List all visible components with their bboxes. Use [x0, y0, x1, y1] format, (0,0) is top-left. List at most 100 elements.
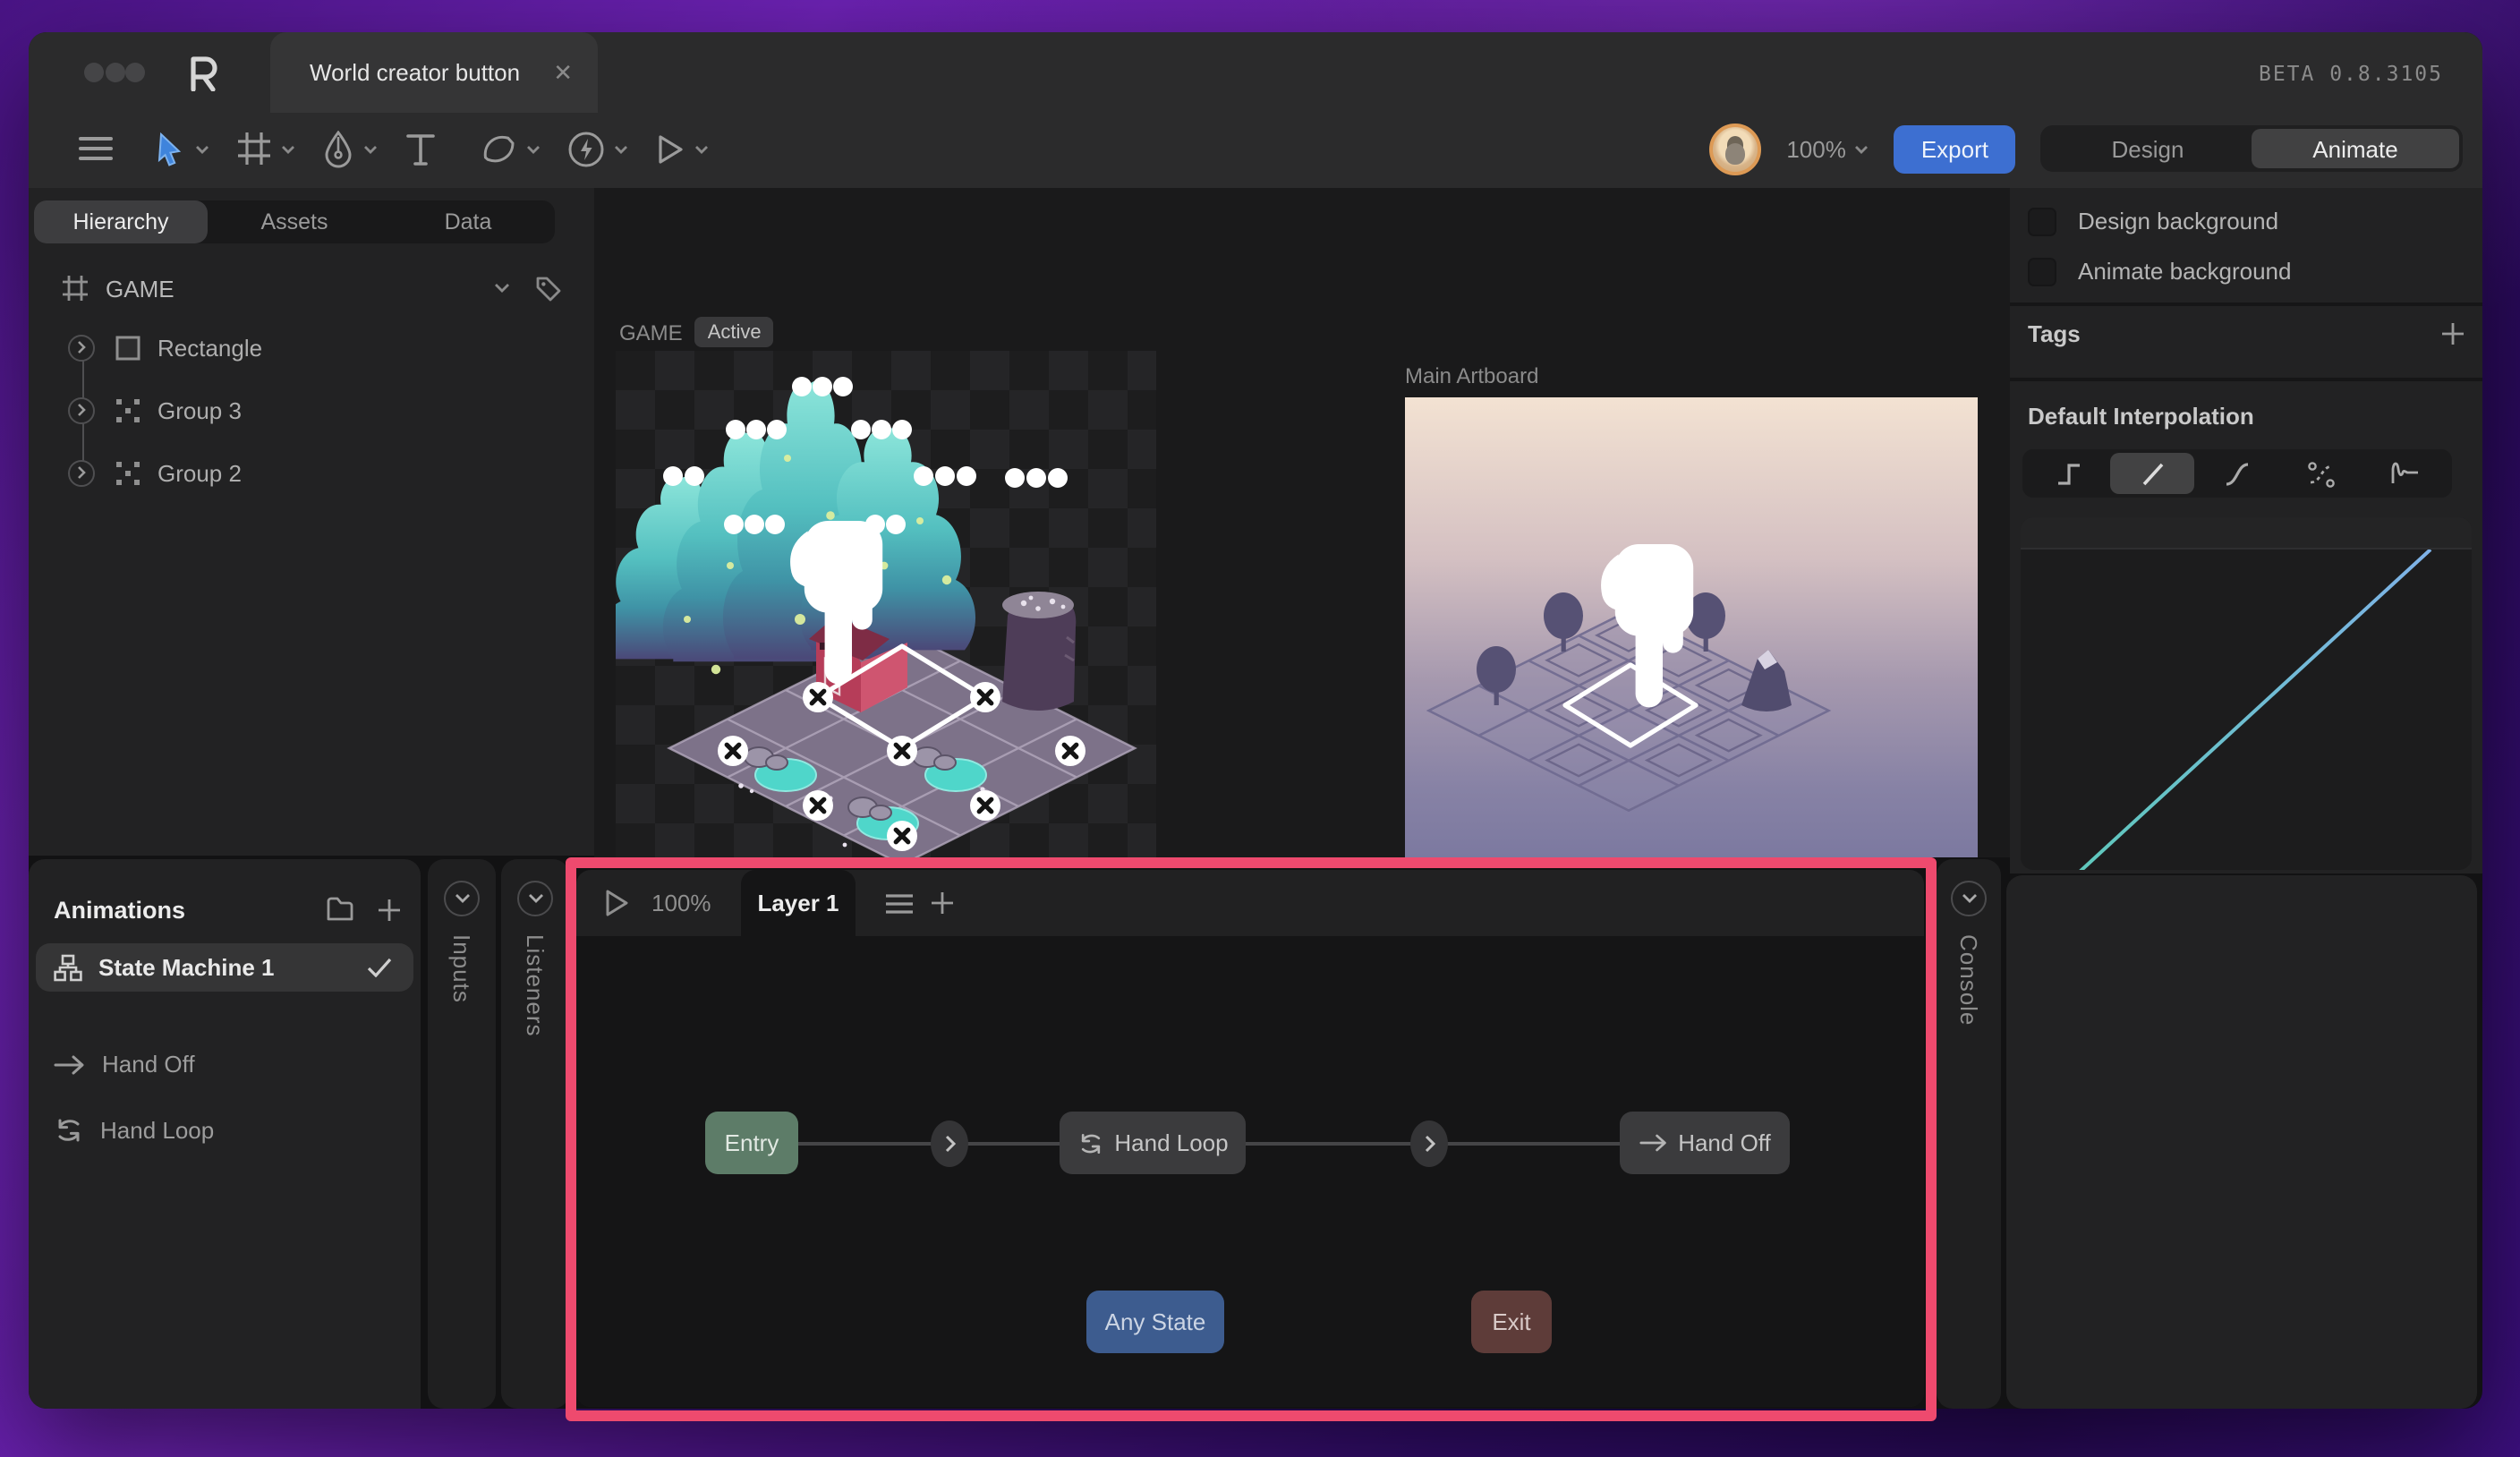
tab-hierarchy[interactable]: Hierarchy [34, 200, 208, 243]
add-animation-icon[interactable] [378, 898, 401, 921]
animation-item-hand-loop[interactable]: Hand Loop [36, 1106, 413, 1155]
canvas-zoom-value: 100% [1786, 135, 1846, 162]
expand-icon[interactable] [68, 459, 95, 486]
events-tool[interactable] [560, 123, 635, 175]
play-tool[interactable] [648, 124, 716, 173]
hand-loop-node[interactable]: Hand Loop [1060, 1112, 1246, 1174]
rectangle-shape-icon [115, 334, 141, 361]
graph-zoom-value[interactable]: 100% [651, 890, 711, 916]
main-artboard-caption: Main Artboard [1405, 363, 1538, 388]
artboard-name: GAME [106, 275, 175, 302]
interp-elastic-button[interactable] [2364, 453, 2448, 494]
tag-icon[interactable] [535, 275, 562, 302]
one-shot-icon [1639, 1133, 1667, 1153]
traffic-light-close[interactable] [84, 63, 104, 82]
interp-hold-button[interactable] [2026, 453, 2110, 494]
node-label: Hand Off [1678, 1129, 1771, 1156]
animations-header: Animations [54, 893, 401, 925]
chevron-down-icon [1855, 144, 1869, 153]
divider [2010, 302, 2482, 306]
close-tab-icon[interactable]: ✕ [553, 58, 573, 87]
folder-icon[interactable] [326, 897, 354, 922]
add-tag-icon[interactable] [2441, 321, 2465, 345]
expand-panel-icon[interactable] [444, 881, 480, 916]
game-artboard[interactable] [616, 351, 1156, 857]
game-scene [616, 351, 1156, 857]
tab-data[interactable]: Data [381, 200, 555, 243]
chevron-down-icon[interactable] [494, 283, 510, 294]
chevron-down-icon[interactable] [694, 144, 709, 153]
chevron-down-icon[interactable] [281, 144, 295, 153]
expand-icon[interactable] [68, 396, 95, 423]
state-machine-graph[interactable]: Entry Hand Loop Hand Off Any State Exit [576, 936, 1924, 1407]
hierarchy-panel: Hierarchy Assets Data GAME Rectangle Gro… [29, 188, 594, 856]
export-button[interactable]: Export [1894, 124, 2015, 173]
hand-off-node[interactable]: Hand Off [1620, 1112, 1790, 1174]
design-background-row: Design background [2028, 208, 2457, 234]
traffic-light-minimize[interactable] [105, 63, 124, 82]
group-icon [116, 398, 140, 422]
design-mode-button[interactable]: Design [2044, 129, 2252, 168]
interp-cubic-button[interactable] [2279, 453, 2363, 494]
tree-row-group2[interactable]: Group 2 [68, 456, 569, 489]
select-tool[interactable] [147, 124, 217, 174]
artboard-row[interactable]: GAME [61, 268, 562, 308]
animate-mode-button[interactable]: Animate [2252, 129, 2459, 168]
listeners-panel-label: Listeners [522, 934, 549, 1037]
check-icon [367, 958, 392, 977]
expand-panel-icon[interactable] [1951, 881, 1987, 916]
add-layer-icon[interactable] [931, 891, 954, 915]
menu-button[interactable] [72, 127, 120, 170]
chevron-down-icon[interactable] [195, 144, 209, 153]
traffic-light-zoom[interactable] [125, 63, 145, 82]
exit-node[interactable]: Exit [1471, 1291, 1552, 1353]
main-artboard-label: Main Artboard [1405, 363, 1538, 388]
artboard-tool[interactable] [229, 124, 302, 174]
inputs-collapsed-panel[interactable]: Inputs [428, 859, 496, 1409]
canvas-zoom-control[interactable]: 100% [1786, 135, 1869, 162]
inputs-panel-label: Inputs [448, 934, 475, 1003]
any-state-node[interactable]: Any State [1086, 1291, 1224, 1353]
chevron-right-icon [1424, 1135, 1435, 1153]
expand-icon[interactable] [68, 334, 95, 361]
transition-marker[interactable] [1410, 1120, 1448, 1167]
animation-item-hand-off[interactable]: Hand Off [36, 1040, 413, 1088]
curve-editor-header [2021, 517, 2472, 550]
main-artboard[interactable] [1405, 397, 1978, 857]
interp-ease-button[interactable] [2195, 453, 2279, 494]
interpolation-switch [2022, 449, 2452, 498]
animate-background-label: Animate background [2078, 258, 2292, 285]
tree-row-rectangle[interactable]: Rectangle [68, 331, 569, 363]
transition-marker[interactable] [931, 1120, 968, 1167]
play-icon[interactable] [603, 888, 630, 918]
knife-tool[interactable] [474, 124, 548, 174]
node-label: Hand Loop [1114, 1129, 1228, 1156]
interp-linear-button[interactable] [2110, 453, 2194, 494]
animation-item-state-machine[interactable]: State Machine 1 [36, 943, 413, 992]
chevron-down-icon[interactable] [526, 144, 541, 153]
tree-row-group3[interactable]: Group 3 [68, 394, 569, 426]
layer-tab[interactable]: Layer 1 [741, 870, 856, 936]
design-canvas[interactable]: GAME Active [594, 188, 2010, 857]
file-tab[interactable]: World creator button ✕ [270, 32, 598, 113]
user-avatar[interactable] [1709, 123, 1761, 175]
one-shot-icon [54, 1053, 86, 1075]
entry-node[interactable]: Entry [705, 1112, 798, 1174]
design-background-swatch[interactable] [2028, 207, 2056, 235]
animations-title: Animations [54, 896, 185, 923]
expand-panel-icon[interactable] [517, 881, 553, 916]
pen-tool[interactable] [315, 123, 385, 175]
tab-assets[interactable]: Assets [208, 200, 381, 243]
animate-background-swatch[interactable] [2028, 257, 2056, 285]
rive-logo-icon [190, 55, 218, 91]
interpolation-curve [2021, 550, 2472, 870]
text-tool[interactable] [397, 124, 444, 173]
layer-label: Group 2 [158, 459, 242, 486]
console-collapsed-panel[interactable]: Console [1937, 859, 2001, 1409]
chevron-down-icon[interactable] [614, 144, 628, 153]
interpolation-curve-editor[interactable] [2021, 517, 2472, 870]
layer-list-icon[interactable] [884, 893, 915, 915]
listeners-collapsed-panel[interactable]: Listeners [501, 859, 569, 1409]
chevron-down-icon[interactable] [363, 144, 378, 153]
beta-version-label: BETA 0.8.3105 [2259, 32, 2443, 113]
